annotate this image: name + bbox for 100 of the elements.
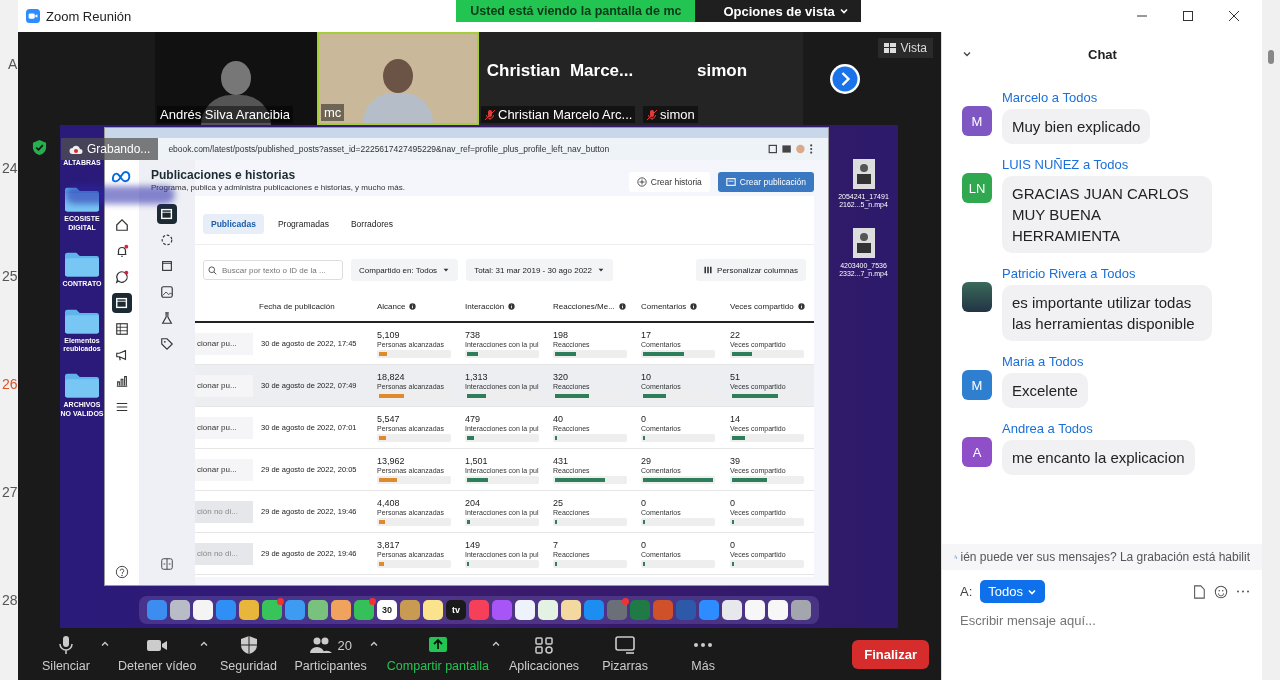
whiteboard-toolbar-button[interactable]: Pizarras: [593, 633, 658, 675]
message-bubble: GRACIAS JUAN CARLOS MUY BUENA HERRAMIENTA: [1002, 176, 1212, 253]
tab[interactable]: Borradores: [342, 214, 401, 234]
metric-value: 0: [641, 413, 647, 424]
view-button[interactable]: Vista: [877, 38, 933, 58]
dock-app-icon[interactable]: [722, 600, 742, 620]
folder-icon[interactable]: [65, 251, 99, 278]
folder-icon[interactable]: [65, 186, 99, 213]
video-file-thumbnail[interactable]: [852, 159, 875, 189]
row-action-button[interactable]: cionar pu...: [195, 332, 253, 355]
message-sender: Maria a Todos: [1002, 354, 1084, 369]
maximize-icon[interactable]: [1182, 10, 1194, 22]
create-story-button[interactable]: Crear historia: [628, 172, 710, 192]
info-icon[interactable]: [690, 302, 698, 310]
more-toolbar-button[interactable]: Más: [671, 633, 736, 675]
dock-app-icon[interactable]: [791, 600, 811, 620]
search-field[interactable]: Buscar por texto o ID de la ...: [203, 260, 343, 280]
column-header: Alcance: [377, 301, 406, 311]
dock-app-icon[interactable]: tv: [446, 600, 466, 620]
row-action-button[interactable]: cionar pu...: [195, 416, 253, 439]
dock-app-icon[interactable]: [170, 600, 190, 620]
apps-toolbar-button[interactable]: Aplicaciones: [508, 633, 580, 675]
mic-toolbar-button[interactable]: Silenciar: [34, 633, 98, 675]
caret-icon[interactable]: [100, 639, 110, 649]
dock-app-icon[interactable]: [745, 600, 765, 620]
dock-app-icon[interactable]: [561, 600, 581, 620]
close-icon[interactable]: [1228, 10, 1240, 22]
message-bubble: Muy bien explicado: [1002, 109, 1151, 144]
end-meeting-button[interactable]: Finalizar: [852, 639, 929, 669]
row-action-button[interactable]: cionar pu...: [195, 374, 253, 397]
info-icon[interactable]: [508, 302, 516, 310]
customize-columns-button[interactable]: Personalizar columnas: [696, 259, 806, 281]
info-icon[interactable]: [797, 302, 805, 310]
avatar: LN: [962, 173, 992, 203]
more-icon[interactable]: [1236, 590, 1250, 593]
caret-icon[interactable]: [490, 639, 501, 649]
metric-value: 4,408: [377, 497, 401, 508]
panel-toggle-icon[interactable]: [160, 557, 174, 571]
file-icon[interactable]: [1192, 584, 1206, 599]
dock-app-icon[interactable]: [308, 600, 328, 620]
create-post-button[interactable]: Crear publicación: [717, 172, 814, 192]
people-toolbar-button[interactable]: 20 Participantes: [294, 633, 367, 675]
video-file-thumbnail[interactable]: [852, 227, 875, 258]
help-icon[interactable]: [115, 565, 129, 579]
video-tile[interactable]: Andrés Silva Arancibia: [155, 32, 317, 125]
info-icon[interactable]: [618, 302, 626, 310]
tab[interactable]: Programadas: [269, 214, 337, 234]
dock-app-icon[interactable]: [515, 600, 535, 620]
dock-app-icon[interactable]: 30: [377, 600, 397, 620]
sharing-banner: Usted está viendo la pantalla de mc: [456, 0, 696, 22]
share-toolbar-button[interactable]: Compartir pantalla: [386, 633, 489, 675]
caret-icon: [838, 6, 849, 16]
emoji-icon[interactable]: [1214, 584, 1228, 599]
message-bubble: me encanto la explicacion: [1002, 440, 1195, 475]
tab[interactable]: Publicadas: [203, 214, 264, 234]
row-action-button[interactable]: cionar pu...: [195, 458, 253, 481]
message-sender: LUIS NUÑEZ a Todos: [1002, 157, 1129, 172]
camera-toolbar-button[interactable]: Detener vídeo: [118, 633, 197, 675]
filter-dropdown[interactable]: Compartido en: Todos: [351, 259, 459, 281]
participant-tile[interactable]: Christian Marce... Christian Marcelo Arc...: [479, 32, 641, 125]
next-page-button[interactable]: [829, 62, 861, 95]
video-tile[interactable]: mc: [317, 32, 479, 125]
caret-icon[interactable]: [198, 639, 209, 649]
recipient-label: A:: [960, 584, 973, 599]
page-title: Publicaciones e historias: [151, 168, 297, 182]
posts-nav-icon[interactable]: [112, 293, 132, 313]
chat-title: Chat: [1088, 46, 1117, 62]
shield-toolbar-button[interactable]: Seguridad: [216, 633, 281, 675]
view-options-button[interactable]: Opciones de vista: [695, 0, 861, 22]
column-header: Veces compartido: [730, 301, 794, 311]
dock-app-icon[interactable]: [423, 600, 443, 620]
metric-value: 18,824: [377, 371, 406, 382]
column-header: Interacción: [465, 301, 505, 311]
dropdown-triangle-icon: [442, 266, 451, 274]
folder-icon[interactable]: [65, 307, 99, 334]
recipient-dropdown[interactable]: Todos: [980, 580, 1045, 603]
metric-value: 0: [641, 497, 647, 508]
avatar-photo-placeholder: [962, 282, 992, 312]
people-icon: [309, 635, 334, 655]
folder-icon[interactable]: [65, 372, 99, 399]
dock-app-icon[interactable]: [400, 600, 420, 620]
notification-badge: [622, 598, 629, 605]
caret-icon[interactable]: [368, 639, 379, 649]
posts-nav-icon[interactable]: [157, 204, 177, 224]
chevron-down-icon[interactable]: [962, 49, 972, 59]
metric-value: 198: [553, 329, 570, 340]
info-icon[interactable]: [409, 302, 417, 310]
dock-app-icon[interactable]: [193, 600, 213, 620]
window-title: Zoom Reunión: [46, 8, 132, 24]
infinity-logo-icon[interactable]: [111, 170, 133, 183]
dock-app-icon[interactable]: [538, 600, 558, 620]
dock-app-icon[interactable]: [768, 600, 788, 620]
avatar: A: [962, 437, 992, 467]
shield-check-icon: [31, 139, 47, 156]
filter-dropdown[interactable]: Total: 31 mar 2019 - 30 ago 2022: [466, 259, 613, 281]
participant-tile[interactable]: simon simon: [641, 32, 803, 125]
dock-app-icon[interactable]: [239, 600, 259, 620]
dock-app-icon[interactable]: [262, 600, 282, 620]
dock-app-icon[interactable]: [354, 600, 374, 620]
dock-app-icon[interactable]: [331, 600, 351, 620]
